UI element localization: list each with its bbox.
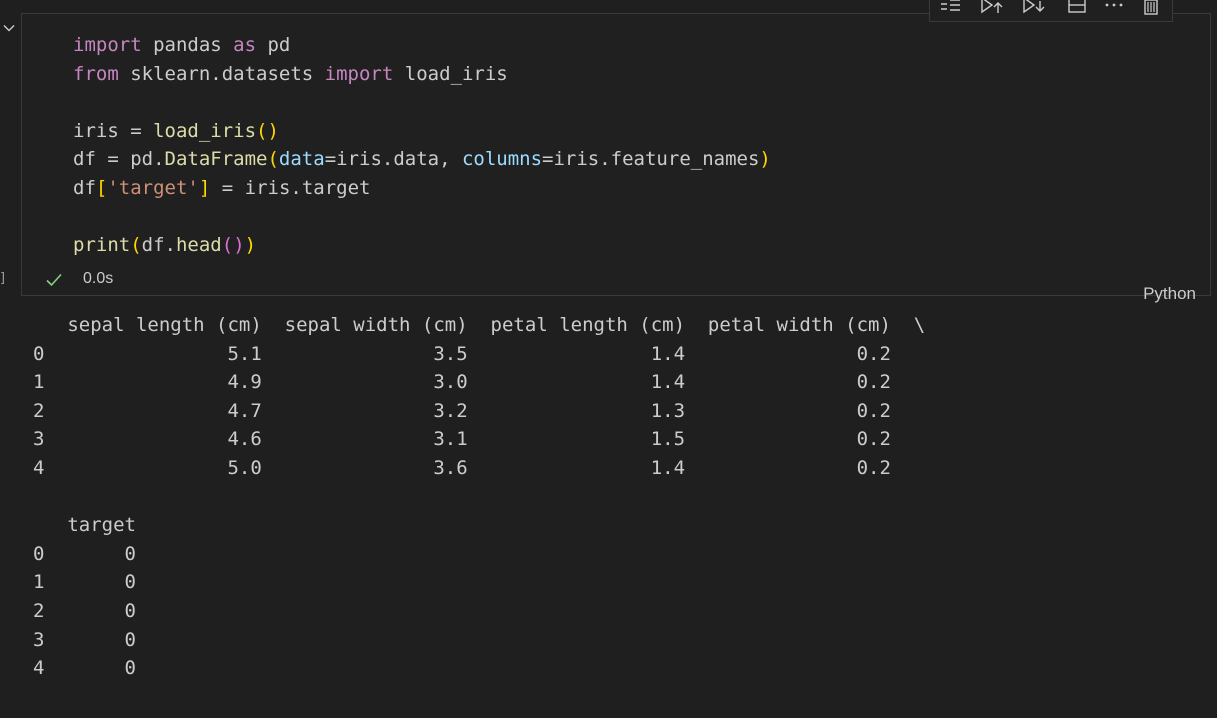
chevron-down-icon[interactable] <box>2 20 16 34</box>
code-token: = iris.target <box>210 176 371 199</box>
code-token: import <box>324 62 394 85</box>
more-icon[interactable] <box>1101 0 1127 18</box>
code-token: =iris.feature_names <box>542 148 760 171</box>
output-row: 0 0 <box>33 542 136 565</box>
output-row: 1 4.9 3.0 1.4 0.2 <box>33 371 891 394</box>
output-row: 1 0 <box>33 571 136 594</box>
code-token: load_iris <box>153 119 257 142</box>
code-token: =iris.data, <box>324 148 462 171</box>
code-token: print <box>73 234 131 257</box>
run-by-line-icon[interactable] <box>938 0 964 18</box>
code-token: 'target' <box>107 176 199 199</box>
output-row: 4 5.0 3.6 1.4 0.2 <box>33 456 891 479</box>
output-row: 0 5.1 3.5 1.4 0.2 <box>33 342 891 365</box>
execution-count-bracket: ] <box>0 271 6 286</box>
code-token: DataFrame <box>164 148 268 171</box>
code-line: from sklearn.datasets import load_iris <box>73 63 508 85</box>
code-token: data <box>278 148 325 171</box>
code-token: df <box>73 176 96 199</box>
output-row: 3 0 <box>33 628 136 651</box>
split-cell-icon[interactable] <box>1064 0 1090 18</box>
code-line: df['target'] = iris.target <box>73 177 370 199</box>
success-check-icon <box>45 271 63 289</box>
output-row: 3 4.6 3.1 1.5 0.2 <box>33 428 891 451</box>
execute-above-icon[interactable] <box>979 0 1005 18</box>
code-token: ( <box>267 148 279 171</box>
code-token: sklearn.datasets <box>118 62 325 85</box>
cell-language-label[interactable]: Python <box>1143 284 1196 304</box>
code-token: df. <box>141 234 176 257</box>
execute-below-icon[interactable] <box>1021 0 1047 18</box>
code-line: df = pd.DataFrame(data=iris.data, column… <box>73 148 771 170</box>
code-token: df = pd. <box>73 148 165 171</box>
code-token: load_iris <box>393 62 508 85</box>
cell-output: sepal length (cm) sepal width (cm) petal… <box>33 311 925 683</box>
execution-time: 0.0s <box>83 270 114 287</box>
delete-icon[interactable] <box>1138 0 1164 18</box>
code-editor[interactable]: import pandas as pd from sklearn.dataset… <box>73 31 771 260</box>
code-line: import pandas as pd <box>73 34 290 56</box>
code-token: as <box>233 34 257 56</box>
code-token: ) <box>244 234 257 257</box>
notebook-editor: ] Python import pandas as pd from sklear… <box>0 0 1217 718</box>
code-token: [ <box>95 176 108 199</box>
code-token: import <box>73 34 142 56</box>
code-token: head <box>175 234 222 257</box>
code-token: columns <box>461 148 543 171</box>
code-token: iris = <box>73 119 154 142</box>
code-token: ) <box>759 148 771 171</box>
code-token: from <box>73 62 119 85</box>
code-token: () <box>256 119 279 142</box>
cell-toolbar <box>929 0 1173 22</box>
code-token: () <box>221 234 245 257</box>
output-row: 4 0 <box>33 657 136 680</box>
code-line: iris = load_iris() <box>73 120 279 142</box>
output-row: 2 4.7 3.2 1.3 0.2 <box>33 399 891 422</box>
output-header: target <box>33 514 136 537</box>
code-token: pd <box>256 34 291 56</box>
code-token: ( <box>130 234 142 257</box>
code-token: ] <box>198 176 211 199</box>
code-line: print(df.head()) <box>73 234 256 256</box>
output-header: sepal length (cm) sepal width (cm) petal… <box>33 314 926 336</box>
code-token: pandas <box>141 34 234 56</box>
output-row: 2 0 <box>33 599 136 622</box>
